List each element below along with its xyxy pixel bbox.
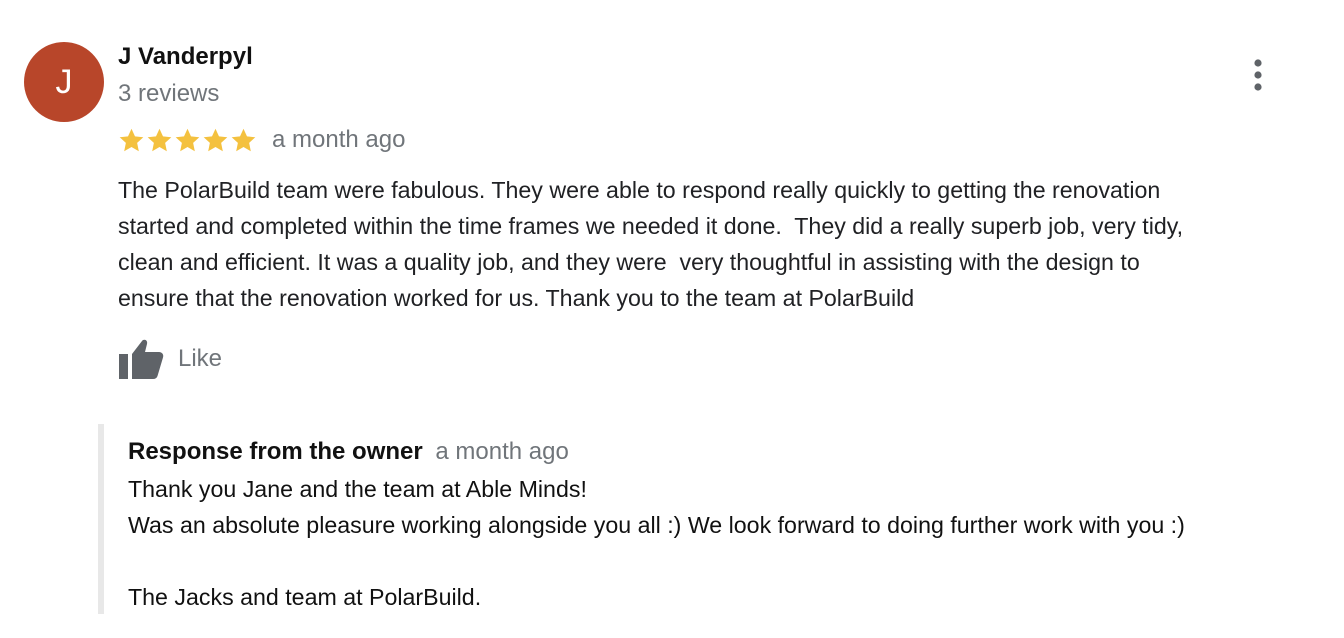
reviewer-avatar[interactable]: J	[24, 42, 104, 122]
like-button[interactable]: Like	[118, 336, 222, 382]
rating-row: a month ago	[118, 124, 405, 156]
reviewer-name[interactable]: J Vanderpyl	[118, 43, 253, 71]
response-title: Response from the owner	[128, 438, 423, 465]
star-icon	[175, 128, 200, 151]
response-text: Thank you Jane and the team at Able Mind…	[128, 476, 1185, 610]
avatar-initial: J	[55, 62, 73, 101]
review-count[interactable]: 3 reviews	[118, 80, 219, 108]
more-options-button[interactable]	[1244, 58, 1272, 92]
star-icon	[231, 128, 256, 151]
like-label: Like	[178, 345, 223, 372]
star-icon	[203, 128, 228, 151]
star-rating	[118, 127, 257, 154]
owner-response: Response from the owner a month ago Than…	[98, 424, 1334, 614]
star-icon	[147, 128, 172, 151]
response-date: a month ago	[435, 438, 569, 465]
review-text: The PolarBuild team were fabulous. They …	[118, 177, 1184, 311]
thumbs-up-icon	[119, 339, 164, 379]
star-icon	[119, 128, 144, 151]
response-header: Response from the owner a month ago	[128, 438, 569, 466]
more-vert-icon	[1254, 59, 1262, 91]
review-date: a month ago	[272, 126, 406, 153]
